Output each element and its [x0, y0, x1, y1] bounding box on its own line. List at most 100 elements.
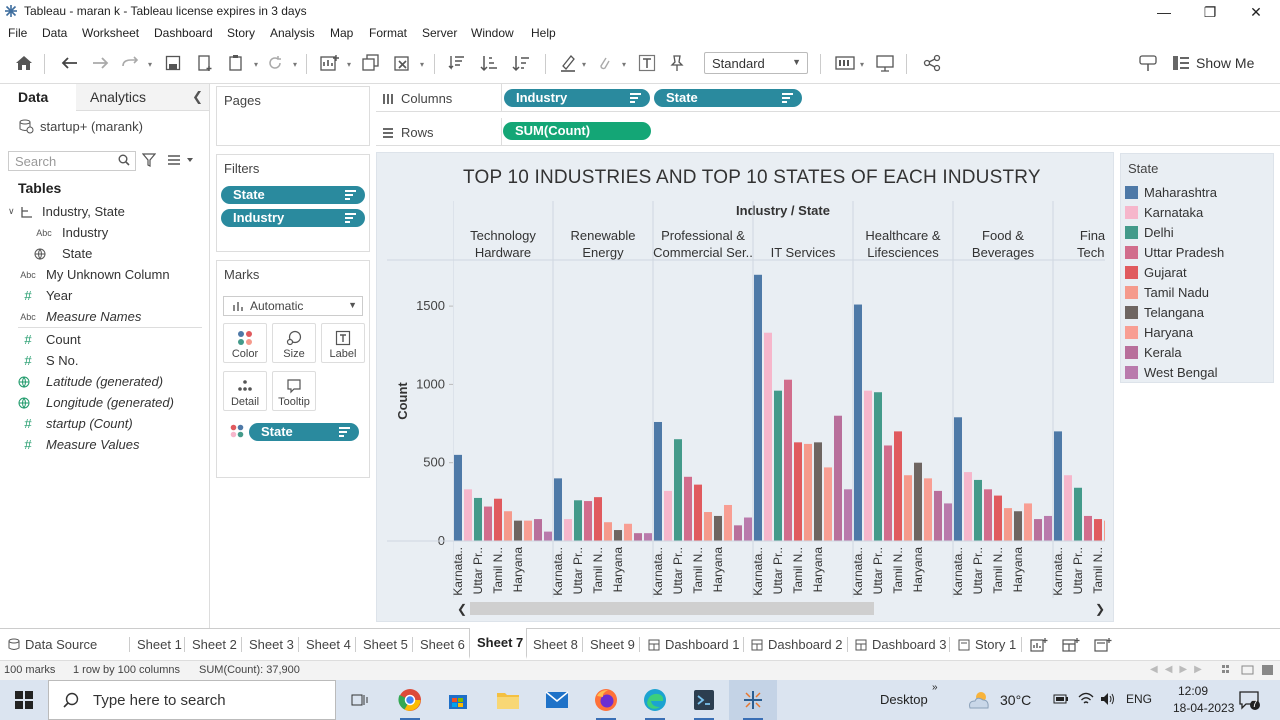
menu-story[interactable]: Story — [227, 26, 255, 40]
field-industry-state[interactable]: ∨ Industry, State — [8, 204, 125, 219]
legend-item[interactable]: Kerala — [1125, 344, 1182, 360]
bar[interactable] — [1064, 475, 1072, 541]
clear-sheet-icon[interactable] — [392, 52, 414, 74]
bar[interactable] — [1104, 520, 1112, 541]
bar[interactable] — [624, 523, 632, 541]
marks-pill-state[interactable]: State — [249, 423, 359, 441]
legend-item[interactable]: Delhi — [1125, 224, 1174, 240]
bar-chart[interactable]: Industry / State050010001500CountTechnol… — [377, 153, 1115, 623]
legend-item[interactable]: Tamil Nadu — [1125, 284, 1209, 300]
new-dashboard-icon[interactable] — [1062, 637, 1080, 653]
legend-item[interactable]: Uttar Pradesh — [1125, 244, 1224, 260]
share-icon[interactable] — [921, 52, 943, 74]
bar[interactable] — [584, 501, 592, 541]
legend-item[interactable]: Telangana — [1125, 304, 1204, 320]
bar[interactable] — [854, 304, 862, 541]
paste-icon[interactable] — [225, 52, 247, 74]
field-latitude[interactable]: Latitude (generated) — [18, 374, 163, 389]
bar[interactable] — [464, 489, 472, 541]
file-explorer-icon[interactable] — [484, 680, 532, 720]
bar[interactable] — [454, 454, 462, 541]
new-story-icon[interactable] — [1094, 637, 1112, 653]
save-icon[interactable] — [162, 52, 184, 74]
show-cards-icon[interactable] — [834, 52, 856, 74]
bar[interactable] — [534, 519, 542, 541]
bar[interactable] — [474, 497, 482, 541]
bar[interactable] — [484, 506, 492, 541]
legend-item[interactable]: Karnataka — [1125, 204, 1203, 220]
label-button[interactable]: Label — [321, 323, 365, 363]
bar[interactable] — [1044, 515, 1052, 541]
tab-sheet-1[interactable]: Sheet 1 — [130, 629, 185, 660]
tooltip-button[interactable]: Tooltip — [272, 371, 316, 411]
new-datasource-icon[interactable] — [194, 52, 216, 74]
sort-ascending-icon[interactable] — [478, 52, 500, 74]
menu-map[interactable]: Map — [330, 26, 353, 40]
highlight-icon[interactable] — [557, 52, 579, 74]
menu-server[interactable]: Server — [422, 26, 457, 40]
field-s-no[interactable]: # S No. — [18, 353, 78, 368]
bar[interactable] — [684, 476, 692, 541]
menu-help[interactable]: Help — [531, 26, 556, 40]
bar[interactable] — [514, 520, 522, 541]
bar[interactable] — [574, 500, 582, 541]
field-industry[interactable]: Abc Industry — [34, 225, 108, 240]
tab-sheet-8[interactable]: Sheet 8 — [527, 629, 583, 660]
tab-data-source[interactable]: Data Source — [0, 629, 130, 660]
language-indicator[interactable]: ENG — [1126, 692, 1152, 706]
bar[interactable] — [1054, 431, 1062, 541]
bar[interactable] — [844, 489, 852, 541]
duplicate-icon[interactable] — [360, 52, 382, 74]
bar[interactable] — [944, 503, 952, 541]
bar[interactable] — [564, 519, 572, 541]
bar[interactable] — [504, 511, 512, 541]
swap-icon[interactable] — [446, 52, 468, 74]
bar[interactable] — [954, 417, 962, 541]
clock-time[interactable]: 12:09 — [1178, 684, 1208, 698]
chevron-up-icon[interactable]: » — [932, 682, 938, 693]
menu-dashboard[interactable]: Dashboard — [154, 26, 213, 40]
filter-pill-industry[interactable]: Industry — [221, 209, 365, 227]
pages-card[interactable]: Pages — [216, 86, 370, 146]
collapse-icon[interactable]: ❮ — [192, 89, 203, 105]
bar[interactable] — [924, 478, 932, 541]
color-legend[interactable]: State Maharashtra Karnataka Delhi Uttar Pra… — [1120, 153, 1274, 383]
windows-start-button[interactable] — [0, 680, 48, 720]
home-icon[interactable] — [13, 52, 35, 74]
bar[interactable] — [544, 531, 552, 541]
field-longitude[interactable]: Longitude (generated) — [18, 395, 174, 410]
bar[interactable] — [1114, 527, 1115, 541]
bar[interactable] — [494, 498, 502, 541]
bar[interactable] — [874, 392, 882, 541]
tab-sheet-6[interactable]: Sheet 6 — [413, 629, 470, 660]
bar[interactable] — [654, 421, 662, 541]
menu-worksheet[interactable]: Worksheet — [82, 26, 139, 40]
bar[interactable] — [974, 479, 982, 541]
tab-sheet-9[interactable]: Sheet 9 — [583, 629, 640, 660]
bar[interactable] — [824, 467, 832, 541]
desktop-toolbar-label[interactable]: Desktop — [880, 692, 928, 707]
new-worksheet-icon[interactable] — [1030, 637, 1048, 653]
sort-descending-icon[interactable] — [510, 52, 532, 74]
bar[interactable] — [834, 415, 842, 541]
tab-sheet-3[interactable]: Sheet 3 — [242, 629, 299, 660]
legend-item[interactable]: Maharashtra — [1125, 184, 1217, 200]
undo-icon[interactable] — [58, 52, 80, 74]
mark-type-select[interactable]: Automatic ▼ — [223, 296, 363, 316]
bar[interactable] — [644, 533, 652, 541]
show-me-button[interactable]: Show Me — [1172, 52, 1254, 74]
tab-data[interactable]: Data — [0, 84, 76, 111]
bar[interactable] — [754, 274, 762, 541]
task-view-icon[interactable] — [336, 680, 384, 720]
wifi-icon[interactable] — [1078, 692, 1094, 706]
bar[interactable] — [524, 520, 532, 541]
bar[interactable] — [594, 497, 602, 541]
legend-item[interactable]: West Bengal — [1125, 364, 1217, 380]
bar[interactable] — [764, 332, 772, 541]
bar[interactable] — [704, 512, 712, 541]
menu-data[interactable]: Data — [42, 26, 67, 40]
detail-button[interactable]: Detail — [223, 371, 267, 411]
horizontal-scrollbar-thumb[interactable] — [470, 602, 874, 615]
menu-analysis[interactable]: Analysis — [270, 26, 315, 40]
bar[interactable] — [994, 495, 1002, 541]
